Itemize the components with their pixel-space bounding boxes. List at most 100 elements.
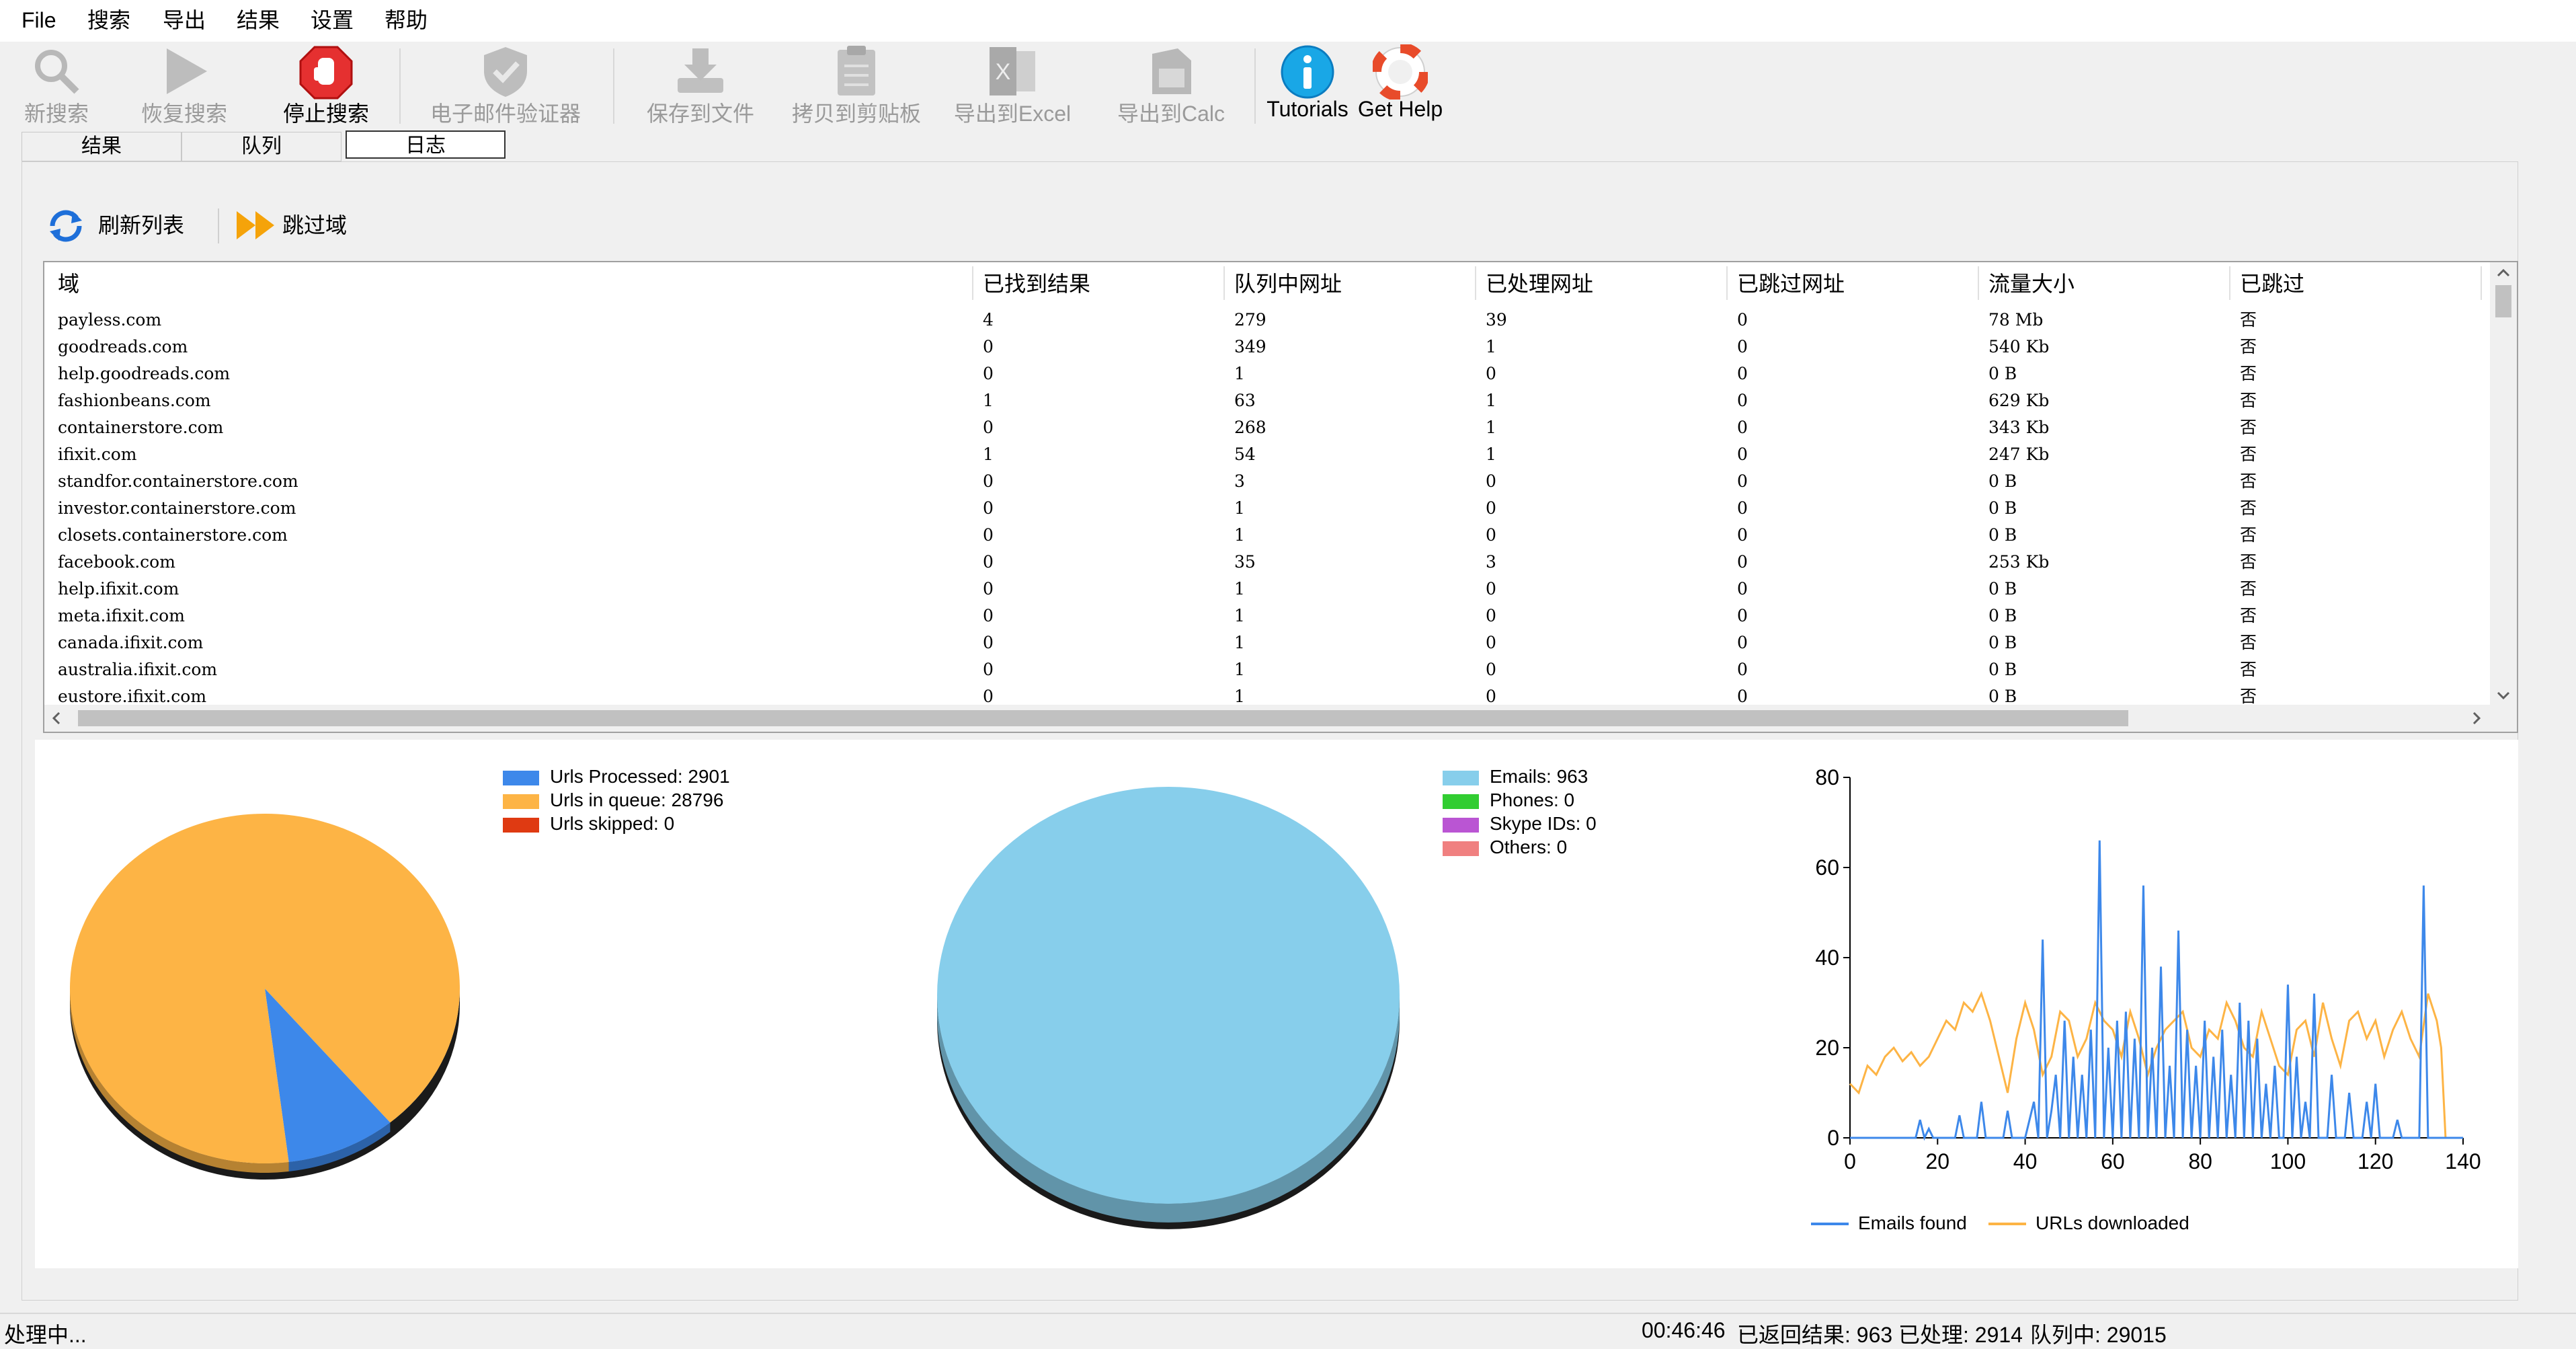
table-row[interactable]: facebook.com 0 35 3 0 253 Kb 否 (44, 549, 2491, 576)
cell-skipped-urls: 0 (1737, 660, 1748, 679)
domain-log-table: 域 已找到结果 队列中网址 已处理网址 已跳过网址 流量大小 已跳过 payle… (43, 261, 2518, 733)
table-row[interactable]: investor.containerstore.com 0 1 0 0 0 B 否 (44, 495, 2491, 522)
menu-file[interactable]: File (22, 5, 56, 35)
menu-settings[interactable]: 设置 (311, 5, 354, 35)
refresh-list-button[interactable]: 刷新列表 (46, 199, 220, 252)
cell-domain: fashionbeans.com (58, 391, 211, 410)
cell-traffic-size: 247 Kb (1988, 445, 2050, 464)
cell-skipped: 否 (2240, 337, 2257, 356)
table-row[interactable]: fashionbeans.com 1 63 1 0 629 Kb 否 (44, 387, 2491, 414)
stop-hand-icon (299, 46, 353, 100)
table-row[interactable]: meta.ifixit.com 0 1 0 0 0 B 否 (44, 603, 2491, 629)
menu-bar: File 搜索 导出 结果 设置 帮助 (0, 0, 2576, 42)
column-header-skipped[interactable]: 已跳过 (2240, 268, 2304, 300)
table-row[interactable]: payless.com 4 279 39 0 78 Mb 否 (44, 307, 2491, 334)
cell-skipped: 否 (2240, 471, 2257, 491)
statistics-charts-area: 0 20 40 60 80 0 20 40 60 80 100 120 140 Urls Process… (35, 740, 2518, 1268)
table-row[interactable]: ifixit.com 1 54 1 0 247 Kb 否 (44, 441, 2491, 468)
refresh-list-label: 刷新列表 (98, 213, 185, 237)
table-row[interactable]: help.ifixit.com 0 1 0 0 0 B 否 (44, 576, 2491, 603)
x-tick-label: 100 (2270, 1149, 2306, 1173)
tab-log[interactable]: 日志 (346, 130, 506, 159)
cell-processed-urls: 0 (1486, 525, 1496, 545)
email-validator-button[interactable]: 电子邮件验证器 (425, 42, 586, 128)
copy-to-clipboard-button[interactable]: 拷贝到剪贴板 (785, 42, 928, 128)
scroll-up-icon[interactable] (2490, 262, 2517, 282)
menu-help[interactable]: 帮助 (385, 5, 428, 35)
table-row[interactable]: help.goodreads.com 0 1 0 0 0 B 否 (44, 360, 2491, 387)
x-tick-label: 0 (1844, 1149, 1856, 1173)
column-divider (2481, 266, 2482, 300)
cell-processed-urls: 0 (1486, 660, 1496, 679)
cell-traffic-size: 0 B (1988, 579, 2017, 599)
cell-skipped: 否 (2240, 606, 2257, 625)
cell-traffic-size: 0 B (1988, 633, 2017, 652)
column-header-results-found[interactable]: 已找到结果 (983, 268, 1090, 300)
column-header-skipped-urls[interactable]: 已跳过网址 (1737, 268, 1845, 300)
table-row[interactable]: australia.ifixit.com 0 1 0 0 0 B 否 (44, 656, 2491, 683)
cell-skipped: 否 (2240, 445, 2257, 464)
tutorials-button[interactable]: Tutorials (1264, 42, 1351, 128)
horizontal-scroll-thumb[interactable] (78, 710, 2128, 726)
x-tick-label: 80 (2188, 1149, 2212, 1173)
cell-domain: ifixit.com (58, 445, 137, 464)
table-row[interactable]: closets.containerstore.com 0 1 0 0 0 B 否 (44, 522, 2491, 549)
scroll-left-icon[interactable] (44, 705, 69, 732)
legend-label: Emails: 963 (1490, 766, 1588, 787)
series-line-emails-found (1850, 840, 2463, 1141)
cell-skipped: 否 (2240, 310, 2257, 330)
scroll-down-icon[interactable] (2490, 686, 2517, 706)
column-divider (1978, 266, 1979, 300)
menu-export[interactable]: 导出 (163, 5, 206, 35)
cell-processed-urls: 1 (1486, 391, 1496, 410)
cell-queued-urls: 268 (1234, 418, 1266, 437)
cell-results-found: 0 (983, 525, 994, 545)
returned-results: 已返回结果: 963 (1737, 1323, 1893, 1347)
y-tick-label: 80 (1815, 765, 1839, 789)
cell-domain: canada.ifixit.com (58, 633, 204, 652)
table-row[interactable]: standfor.containerstore.com 0 3 0 0 0 B 否 (44, 468, 2491, 495)
statistics-charts: 0 20 40 60 80 0 20 40 60 80 100 120 140 (70, 765, 2481, 1229)
tab-results[interactable]: 结果 (22, 132, 182, 161)
cell-queued-urls: 1 (1234, 579, 1245, 599)
refresh-icon (50, 210, 82, 242)
save-to-file-button[interactable]: 保存到文件 (640, 42, 761, 128)
menu-results[interactable]: 结果 (237, 5, 280, 35)
resume-search-button[interactable]: 恢复搜索 (137, 42, 231, 128)
new-search-button[interactable]: 新搜索 (16, 42, 97, 128)
cell-queued-urls: 1 (1234, 364, 1245, 383)
cell-skipped-urls: 0 (1737, 552, 1748, 572)
legend-label: Urls Processed: 2901 (550, 766, 730, 787)
cell-skipped-urls: 0 (1737, 337, 1748, 356)
scroll-right-icon[interactable] (2464, 705, 2489, 732)
vertical-scrollbar[interactable] (2490, 262, 2517, 706)
cell-skipped-urls: 0 (1737, 445, 1748, 464)
cell-skipped-urls: 0 (1737, 633, 1748, 652)
column-header-queued-urls[interactable]: 队列中网址 (1234, 268, 1342, 300)
cell-results-found: 0 (983, 471, 994, 491)
horizontal-scrollbar[interactable] (44, 705, 2517, 732)
cell-processed-urls: 0 (1486, 471, 1496, 491)
column-header-processed-urls[interactable]: 已处理网址 (1486, 268, 1593, 300)
table-row[interactable]: goodreads.com 0 349 1 0 540 Kb 否 (44, 334, 2491, 360)
table-row[interactable]: containerstore.com 0 268 1 0 343 Kb 否 (44, 414, 2491, 441)
get-help-button[interactable]: Get Help (1357, 42, 1444, 128)
column-header-traffic-size[interactable]: 流量大小 (1988, 268, 2075, 300)
tab-queue[interactable]: 队列 (182, 132, 341, 161)
play-icon (167, 48, 207, 94)
toolbar-separator (613, 48, 614, 124)
skip-domain-button[interactable]: 跳过域 (235, 199, 370, 252)
cell-processed-urls: 0 (1486, 633, 1496, 652)
toolbar-separator (1254, 48, 1256, 124)
menu-search[interactable]: 搜索 (87, 5, 130, 35)
excel-icon: X (990, 47, 1035, 95)
vertical-scroll-thumb[interactable] (2495, 285, 2511, 317)
table-row[interactable]: canada.ifixit.com 0 1 0 0 0 B 否 (44, 629, 2491, 656)
cell-traffic-size: 0 B (1988, 364, 2017, 383)
export-excel-button[interactable]: X 导出到Excel (952, 42, 1073, 128)
stop-search-button[interactable]: 停止搜索 (276, 42, 376, 128)
cell-results-found: 0 (983, 606, 994, 625)
column-header-domain[interactable]: 域 (58, 268, 79, 300)
export-calc-button[interactable]: 导出到Calc (1112, 42, 1230, 128)
magnifier-icon (35, 50, 79, 94)
